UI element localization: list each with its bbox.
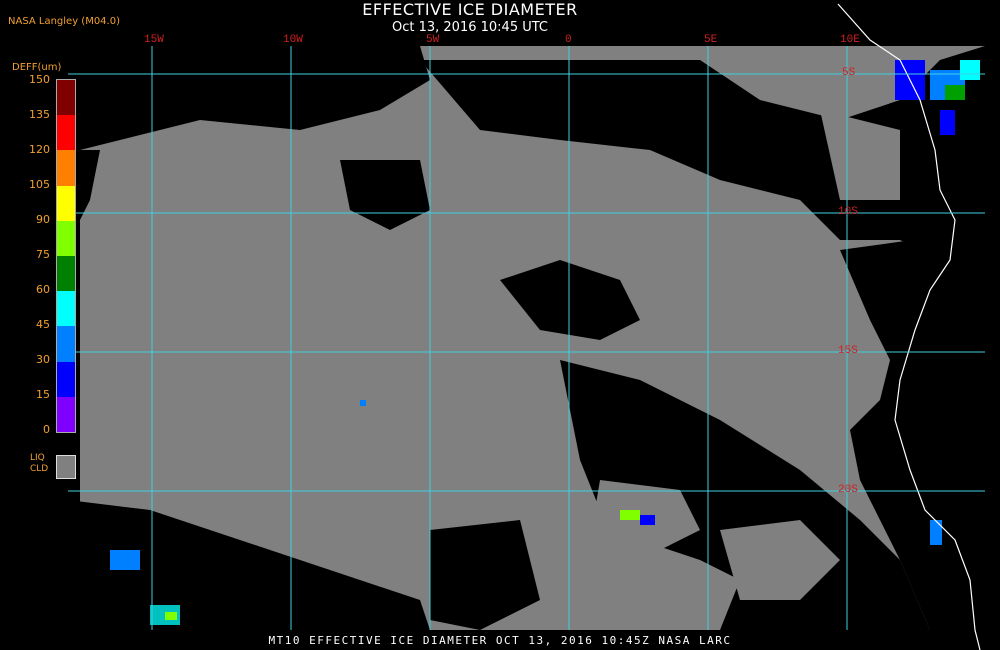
color-scale-segment [57,220,75,256]
lon-label-15w: 15W [144,34,164,46]
legend-tick-label: 0 [43,423,50,436]
legend-tick-label: 135 [29,108,50,121]
color-scale-segment [57,326,75,362]
lon-label-5e: 5E [704,34,718,46]
liquid-cloud-swatch [56,455,76,479]
lat-label-5s: 5S [842,67,856,79]
lon-label-5w: 5W [426,34,440,46]
legend-tick-label: 105 [29,178,50,191]
legend-title: DEFF(um) [12,62,62,73]
liq-label-line2: CLD [30,464,49,474]
lon-label-0: 0 [565,34,572,46]
lat-label-15s: 15S [838,345,858,357]
legend-tick-label: 90 [36,213,50,226]
legend-tick-label: 120 [29,143,50,156]
legend-tick-label: 75 [36,248,50,261]
lat-label-10s: 10S [838,206,858,218]
legend-tick-label: 45 [36,318,50,331]
color-scale-segment [57,80,75,116]
liq-label-line1: LIQ [30,453,45,463]
lon-label-10e: 10E [840,34,860,46]
liquid-cloud-label: LIQ CLD [30,453,48,475]
color-scale-segment [57,255,75,292]
color-scale-segment [57,115,75,151]
legend-tick-label: 30 [36,353,50,366]
color-scale-segment [57,396,75,432]
color-scale-segment [57,291,75,327]
satellite-map [68,3,985,650]
color-scale-segment [57,361,75,397]
color-scale-bar [56,79,76,433]
legend-tick-label: 150 [29,73,50,86]
lon-label-10w: 10W [283,34,303,46]
color-scale-segment [57,150,75,186]
legend-tick-label: 60 [36,283,50,296]
brand-label: NASA Langley (M04.0) [8,16,120,27]
map-title: EFFECTIVE ICE DIAMETER [362,0,578,19]
color-scale-segment [57,185,75,221]
footer-caption: MT10 EFFECTIVE ICE DIAMETER OCT 13, 2016… [268,634,732,647]
lat-label-20s: 20S [838,484,858,496]
legend-tick-label: 15 [36,388,50,401]
map-timestamp: Oct 13, 2016 10:45 UTC [392,20,548,35]
